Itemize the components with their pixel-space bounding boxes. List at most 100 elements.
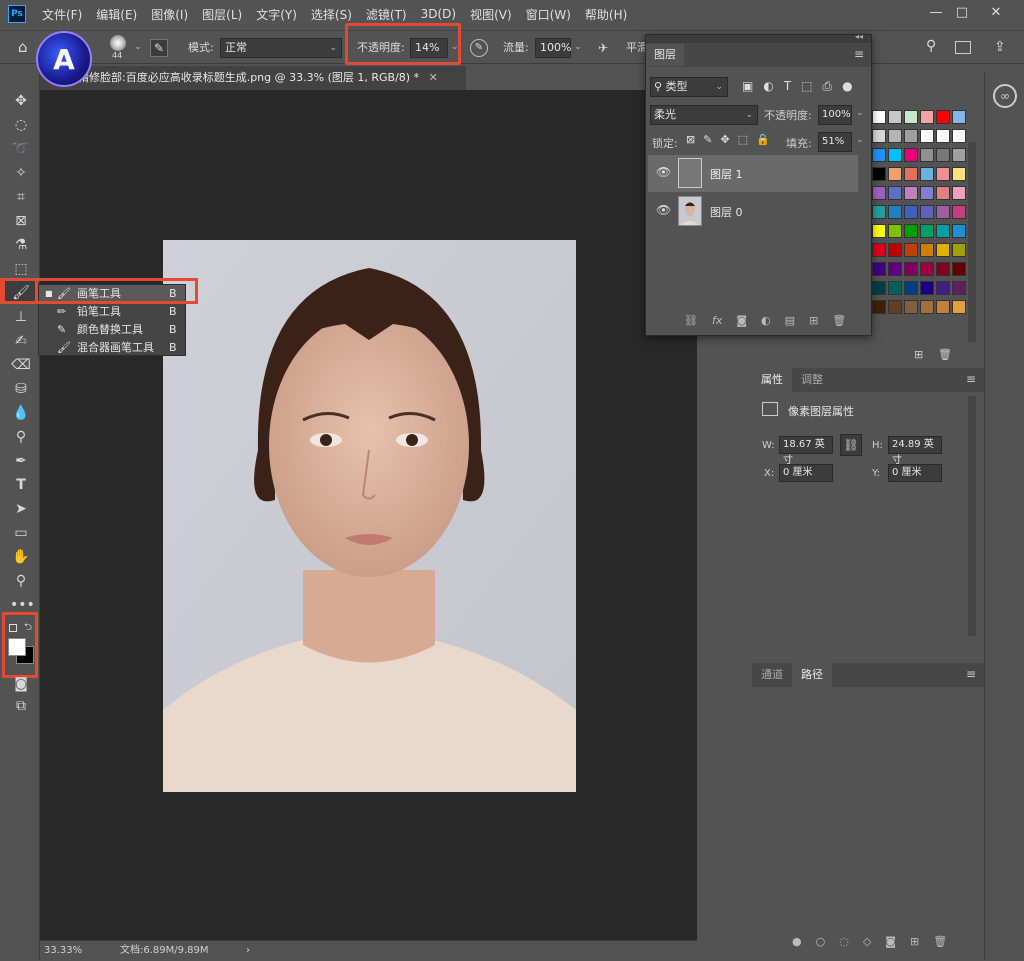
delete-path-icon[interactable]: 🗑 [933, 935, 947, 953]
color-swatch[interactable] [888, 110, 902, 124]
color-swatch[interactable] [872, 243, 886, 257]
workspace-icon[interactable] [955, 41, 971, 54]
add-mask-icon[interactable]: ◙ [736, 307, 747, 335]
maximize-icon[interactable]: □ [952, 4, 972, 22]
document-tab[interactable]: 精修脸部:百度必应高收录标题生成.png @ 33.3% (图层 1, RGB/… [40, 66, 466, 90]
menu-item[interactable]: 3D(D) [421, 7, 456, 21]
menu-item[interactable]: 图层(L) [202, 6, 242, 23]
color-swatch[interactable] [920, 300, 934, 314]
color-swatch[interactable] [904, 224, 918, 238]
close-icon[interactable]: ✕ [986, 4, 1006, 22]
add-mask-icon[interactable]: ◙ [885, 935, 896, 953]
chevron-down-icon[interactable]: ⌄ [134, 42, 142, 52]
color-swatch[interactable] [872, 148, 886, 162]
chevron-down-icon[interactable]: ⌄ [856, 108, 864, 118]
layer-row[interactable]: 👁 图层 0 [648, 193, 858, 230]
smart-filter-icon[interactable]: ⎙ [823, 79, 833, 94]
fill-field[interactable]: 51% [818, 132, 852, 152]
chevron-down-icon[interactable]: ⌄ [856, 135, 864, 145]
color-swatch[interactable] [952, 110, 966, 124]
color-swatch[interactable] [920, 110, 934, 124]
chevron-right-icon[interactable]: › [246, 941, 250, 961]
color-swatch[interactable] [904, 148, 918, 162]
menu-item[interactable]: 视图(V) [470, 6, 512, 23]
eye-icon[interactable]: 👁 [656, 203, 671, 217]
quick-mask-icon[interactable]: ◙ [10, 674, 32, 694]
color-swatch[interactable] [920, 167, 934, 181]
home-icon[interactable]: ⌂ [18, 38, 38, 58]
history-brush-tool-icon[interactable]: ✍ [10, 331, 32, 351]
dodge-tool-icon[interactable]: ⚲ [10, 427, 32, 447]
scrollbar[interactable] [968, 396, 976, 636]
x-field[interactable]: 0 厘米 [779, 464, 833, 482]
tab-channels[interactable]: 通道 [752, 663, 792, 687]
move-tool-icon[interactable]: ✥ [10, 91, 32, 111]
color-swatch[interactable] [920, 224, 934, 238]
lock-position-icon[interactable]: ✥ [720, 133, 729, 146]
menu-item[interactable]: 选择(S) [311, 6, 352, 23]
color-swatch[interactable] [888, 205, 902, 219]
color-swatch[interactable] [936, 148, 950, 162]
share-icon[interactable]: ⇪ [994, 39, 1012, 57]
portrait-photo[interactable] [163, 240, 576, 792]
color-swatch[interactable] [936, 224, 950, 238]
tab-adjustments[interactable]: 调整 [792, 368, 832, 392]
menu-item[interactable]: 滤镜(T) [366, 6, 407, 23]
stroke-path-icon[interactable]: ○ [816, 935, 826, 953]
color-swatch[interactable] [904, 262, 918, 276]
color-swatch[interactable] [872, 110, 886, 124]
panel-grip[interactable]: ◂◂ [646, 32, 871, 43]
panel-menu-icon[interactable]: ≡ [966, 372, 976, 386]
lock-image-icon[interactable]: ✎ [703, 133, 712, 146]
frame-tool-icon[interactable]: ⊠ [10, 211, 32, 231]
load-selection-icon[interactable]: ◌ [839, 935, 849, 953]
color-swatch[interactable] [936, 243, 950, 257]
filter-toggle-icon[interactable]: ● [842, 79, 852, 94]
foreground-color-swatch[interactable] [8, 638, 26, 656]
type-filter-icon[interactable]: T [784, 79, 791, 94]
color-swatch[interactable] [904, 110, 918, 124]
clone-stamp-tool-icon[interactable]: ⊥ [10, 307, 32, 327]
color-swatch[interactable] [888, 167, 902, 181]
patch-tool-icon[interactable]: ⬚ [10, 259, 32, 279]
chevron-down-icon[interactable]: ⌄ [574, 42, 582, 52]
make-path-icon[interactable]: ◇ [863, 935, 871, 953]
color-swatch[interactable] [888, 148, 902, 162]
crop-tool-icon[interactable]: ⌗ [10, 187, 32, 207]
color-swatch[interactable] [888, 262, 902, 276]
new-swatch-icon[interactable]: ⊞ [914, 348, 923, 361]
menu-item[interactable]: 编辑(E) [96, 6, 137, 23]
flow-field[interactable]: 100% [535, 38, 571, 58]
screen-mode-icon[interactable]: ⧉ [10, 696, 32, 716]
color-swatch[interactable] [888, 224, 902, 238]
layer-row[interactable]: 👁 图层 1 [648, 155, 858, 192]
search-icon[interactable]: ⚲ [926, 38, 944, 56]
color-swatch[interactable] [952, 129, 966, 143]
tab-properties[interactable]: 属性 [752, 368, 792, 392]
swap-colors-icon[interactable]: ⮌ [24, 620, 32, 637]
color-swatch[interactable] [872, 300, 886, 314]
minimize-icon[interactable]: — [926, 4, 946, 22]
color-swatch[interactable] [904, 281, 918, 295]
opacity-field[interactable]: 14% [410, 38, 448, 58]
color-swatch[interactable] [872, 205, 886, 219]
y-field[interactable]: 0 厘米 [888, 464, 942, 482]
color-swatch[interactable] [936, 129, 950, 143]
eye-icon[interactable]: 👁 [656, 165, 671, 179]
type-tool-icon[interactable]: T [10, 475, 32, 495]
eraser-tool-icon[interactable]: ⌫ [10, 355, 32, 375]
color-swatch[interactable] [888, 129, 902, 143]
color-swatch[interactable] [904, 167, 918, 181]
menu-item[interactable]: 窗口(W) [526, 6, 571, 23]
image-filter-icon[interactable]: ▣ [742, 79, 753, 94]
flyout-item-pencil[interactable]: ✏ 铅笔工具 B [39, 303, 185, 321]
rectangle-tool-icon[interactable]: ▭ [10, 523, 32, 543]
color-swatch[interactable] [920, 129, 934, 143]
color-swatch[interactable] [872, 186, 886, 200]
color-swatch[interactable] [888, 243, 902, 257]
layer-opacity-field[interactable]: 100% [818, 105, 852, 125]
color-swatch[interactable] [920, 262, 934, 276]
adjustment-filter-icon[interactable]: ◐ [763, 79, 773, 94]
chevron-down-icon[interactable]: ⌄ [451, 42, 459, 52]
panel-menu-icon[interactable]: ≡ [854, 47, 864, 61]
